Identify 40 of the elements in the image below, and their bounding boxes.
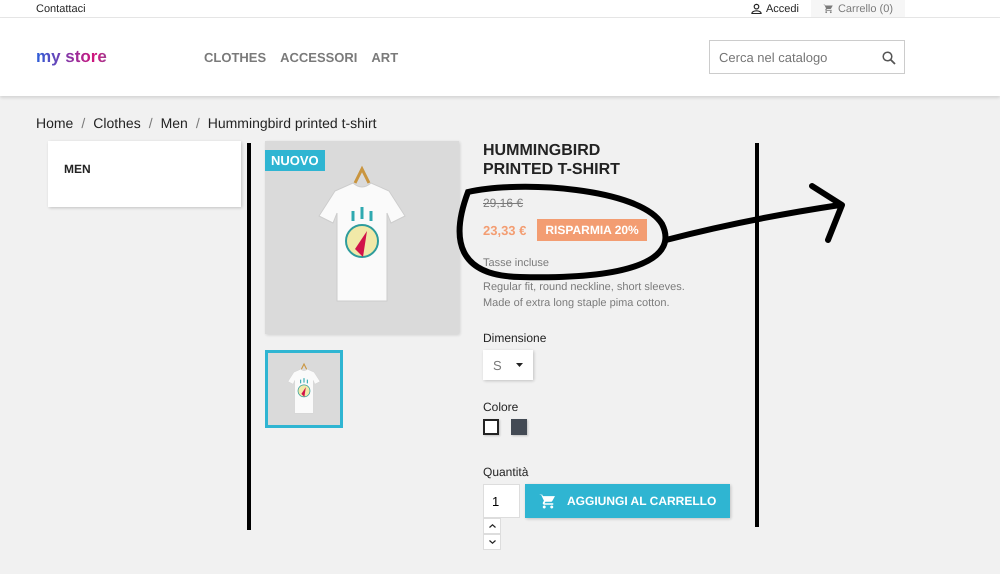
discount-badge: RISPARMIA 20% (537, 219, 647, 241)
increment-button[interactable] (483, 518, 501, 534)
new-badge: NUOVO (265, 150, 325, 171)
product-title: HUMMINGBIRD PRINTED T-SHIRT (483, 141, 621, 179)
breadcrumb-separator: / (148, 115, 153, 131)
chevron-down-icon (488, 540, 496, 544)
price: 23,33 € (483, 222, 526, 238)
tax-note: Tasse incluse (483, 257, 550, 269)
thumbnail[interactable] (265, 350, 343, 428)
color-swatch[interactable] (511, 419, 527, 435)
category-title: MEN (64, 162, 91, 176)
user-icon (750, 3, 762, 14)
color-swatch[interactable] (483, 419, 499, 435)
search-field[interactable]: Cerca nel catalogo (709, 40, 905, 74)
chevron-up-icon (488, 524, 496, 528)
breadcrumb-link[interactable]: Home (36, 115, 74, 131)
old-price: 29,16 € (483, 196, 524, 210)
nav-link[interactable]: ART (371, 50, 398, 64)
size-dropdown[interactable]: S (483, 350, 533, 380)
breadcrumb-link[interactable]: Clothes (93, 115, 141, 131)
quantity-field[interactable]: 1 (483, 484, 520, 518)
caret-icon (516, 363, 523, 367)
nav-link[interactable]: ACCESSORI (280, 50, 358, 64)
description-line: Made of extra long staple pima cotton. (483, 296, 670, 311)
breadcrumb-separator: / (196, 115, 200, 131)
cart-link[interactable]: Carrello (0) (810, 0, 905, 17)
color-label: Colore (483, 400, 520, 414)
nav-link[interactable]: CLOTHES (204, 50, 266, 64)
decrement-button[interactable] (483, 534, 501, 550)
quantity-label: Quantità (483, 465, 530, 479)
contact-link[interactable]: Contattaci (36, 2, 86, 14)
description-line: Regular fit, round neckline, short sleeves. (483, 280, 686, 295)
breadcrumb-link[interactable]: Hummingbird printed t-shirt (208, 115, 377, 131)
breadcrumb-link[interactable]: Men (160, 115, 188, 131)
size-label: Dimensione (483, 331, 548, 345)
breadcrumb-separator: / (81, 115, 86, 131)
search-icon[interactable] (882, 51, 896, 65)
cart-icon (822, 3, 834, 14)
cart-icon (539, 492, 557, 510)
login-link[interactable]: Accedi (750, 2, 799, 14)
